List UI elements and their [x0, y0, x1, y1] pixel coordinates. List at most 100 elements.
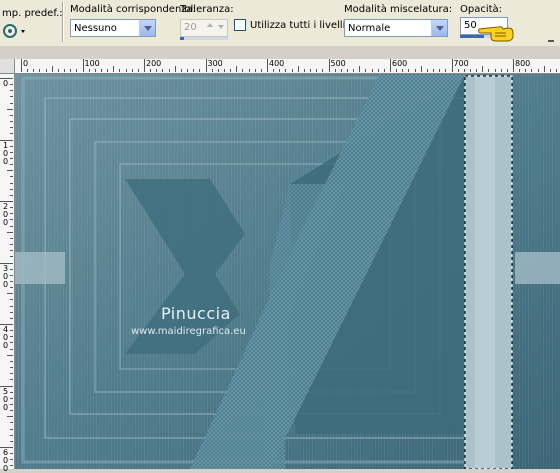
ruler-minor-tick	[10, 194, 13, 196]
ruler-minor-tick	[310, 69, 312, 72]
ruler-tick-label: 0	[3, 79, 9, 88]
chevron-down-icon[interactable]	[139, 20, 155, 36]
ruler-minor-tick	[113, 66, 115, 72]
ruler-minor-tick	[7, 416, 13, 418]
chevron-down-icon[interactable]	[431, 20, 447, 36]
ruler-minor-tick	[168, 69, 170, 72]
ruler-minor-tick	[408, 69, 410, 72]
blend-mode-value: Normale	[348, 23, 391, 34]
ruler-minor-tick	[291, 69, 293, 72]
blend-mode-label: Modalità miscelatura:	[344, 4, 453, 15]
ruler-minor-tick	[248, 69, 250, 72]
ruler-tick-label: 600	[392, 59, 408, 68]
ruler-minor-tick	[10, 305, 13, 307]
ruler-minor-tick	[27, 69, 29, 72]
ruler-tick-label: 3 0 0	[3, 263, 9, 289]
canvas-frame	[0, 46, 560, 59]
ruler-minor-tick	[396, 69, 398, 72]
ruler-minor-tick	[76, 69, 78, 72]
preset-button[interactable]	[2, 22, 28, 40]
ruler-minor-tick	[10, 360, 13, 362]
ruler-minor-tick	[10, 188, 13, 190]
ruler-major-tick	[205, 59, 207, 72]
ruler-minor-tick	[10, 403, 13, 405]
image-canvas[interactable]: Pinuccia www.maidiregrafica.eu	[15, 74, 560, 469]
ruler-minor-tick	[10, 114, 13, 116]
ruler-minor-tick	[10, 90, 13, 92]
ruler-minor-tick	[10, 397, 13, 399]
ruler-tick-label: 800	[515, 59, 531, 68]
ruler-tick-label: 4 0 0	[3, 325, 9, 350]
options-toolbar: mp. predef.: Modalità corrispondenza: Ne…	[0, 0, 560, 47]
use-all-layers-checkbox[interactable]	[234, 19, 246, 31]
ruler-minor-tick	[414, 69, 416, 72]
ruler-minor-tick	[10, 434, 13, 436]
ruler-minor-tick	[10, 213, 13, 215]
ruler-minor-tick	[10, 459, 13, 461]
ruler-minor-tick	[45, 69, 47, 72]
ruler-minor-tick	[193, 69, 195, 72]
ruler-minor-tick	[156, 69, 158, 72]
ruler-minor-tick	[10, 280, 13, 282]
ruler-major-tick	[328, 59, 330, 72]
ruler-tick-label: 500	[330, 59, 346, 68]
spin-down-icon[interactable]	[218, 25, 224, 29]
ruler-minor-tick	[10, 336, 13, 338]
ruler-minor-tick	[10, 287, 13, 289]
ruler-minor-tick	[525, 69, 527, 72]
ruler-minor-tick	[94, 69, 96, 72]
ruler-minor-tick	[39, 69, 41, 72]
separator	[62, 2, 63, 42]
ruler-minor-tick	[10, 84, 13, 86]
tolerance-label: Tolleranza:	[180, 4, 234, 15]
ruler-minor-tick	[162, 69, 164, 72]
blend-mode-select[interactable]: Normale	[344, 19, 448, 37]
tolerance-slider-bar[interactable]	[180, 37, 228, 40]
ruler-minor-tick	[10, 102, 13, 104]
ruler-minor-tick	[482, 66, 484, 72]
ruler-minor-tick	[488, 69, 490, 72]
preset-label: mp. predef.:	[2, 8, 63, 19]
ruler-minor-tick	[316, 69, 318, 72]
ruler-tick-label: 100	[84, 59, 100, 68]
ruler-minor-tick	[10, 207, 13, 209]
ruler-minor-tick	[211, 69, 213, 72]
ruler-minor-tick	[70, 69, 72, 72]
ruler-minor-tick	[383, 69, 385, 72]
ruler-minor-tick	[236, 66, 238, 72]
ruler-minor-tick	[137, 69, 139, 72]
ruler-minor-tick	[7, 354, 13, 356]
ruler-minor-tick	[260, 69, 262, 72]
ruler-minor-tick	[433, 69, 435, 72]
ruler-minor-tick	[10, 410, 13, 412]
tolerance-stepper[interactable]: 20	[180, 19, 228, 37]
spin-up-icon[interactable]	[207, 23, 213, 27]
vertical-ruler[interactable]: 0 1 0 0 2 0 0 3 0 0 4 0 0 5 0 0 6 0 0	[0, 73, 15, 473]
watermark-title: Pinuccia	[161, 304, 231, 323]
ruler-minor-tick	[7, 108, 13, 110]
ruler-minor-tick	[230, 69, 232, 72]
ruler-minor-tick	[494, 69, 496, 72]
ruler-tick-label: 1 0 0	[3, 140, 9, 166]
ruler-minor-tick	[150, 69, 152, 72]
ruler-minor-tick	[285, 69, 287, 72]
panel-close-icon[interactable]	[548, 40, 554, 42]
ruler-minor-tick	[10, 317, 13, 319]
ruler-minor-tick	[10, 237, 13, 239]
ruler-minor-tick	[174, 66, 176, 72]
artwork	[15, 74, 560, 469]
ruler-minor-tick	[556, 69, 558, 72]
ruler-minor-tick	[10, 465, 13, 467]
match-mode-select[interactable]: Nessuno	[70, 19, 156, 37]
ruler-major-tick	[267, 59, 268, 72]
watermark-url: www.maidiregrafica.eu	[131, 326, 246, 337]
ruler-minor-tick	[353, 69, 355, 72]
ruler-minor-tick	[445, 69, 447, 72]
ruler-minor-tick	[10, 133, 13, 135]
ruler-minor-tick	[10, 157, 13, 159]
ruler-minor-tick	[242, 69, 244, 72]
horizontal-ruler[interactable]: 0 100 200 300 400 500 600 700 800	[0, 59, 560, 74]
ruler-minor-tick	[297, 66, 299, 72]
match-mode-label: Modalità corrispondenza:	[70, 4, 197, 15]
ruler-minor-tick	[180, 69, 182, 72]
